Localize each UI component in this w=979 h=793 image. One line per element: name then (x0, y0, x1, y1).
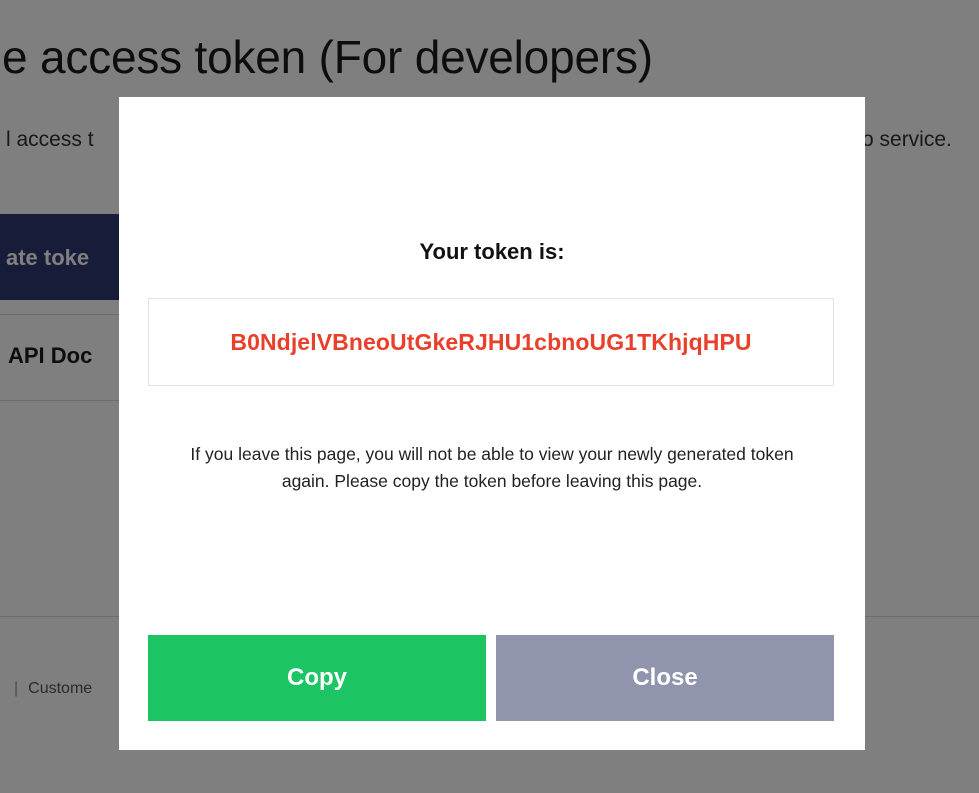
token-dialog: Your token is: B0NdjelVBneoUtGkeRJHU1cbn… (119, 97, 865, 750)
token-display-box: B0NdjelVBneoUtGkeRJHU1cbnoUG1TKhjqHPU (148, 298, 834, 386)
close-button[interactable]: Close (496, 635, 834, 721)
copy-button[interactable]: Copy (148, 635, 486, 721)
dialog-title: Your token is: (419, 239, 565, 264)
token-value: B0NdjelVBneoUtGkeRJHU1cbnoUG1TKhjqHPU (230, 328, 752, 355)
page: e access token (For developers) l access… (0, 0, 979, 793)
token-warning-message: If you leave this page, you will not be … (190, 444, 794, 491)
